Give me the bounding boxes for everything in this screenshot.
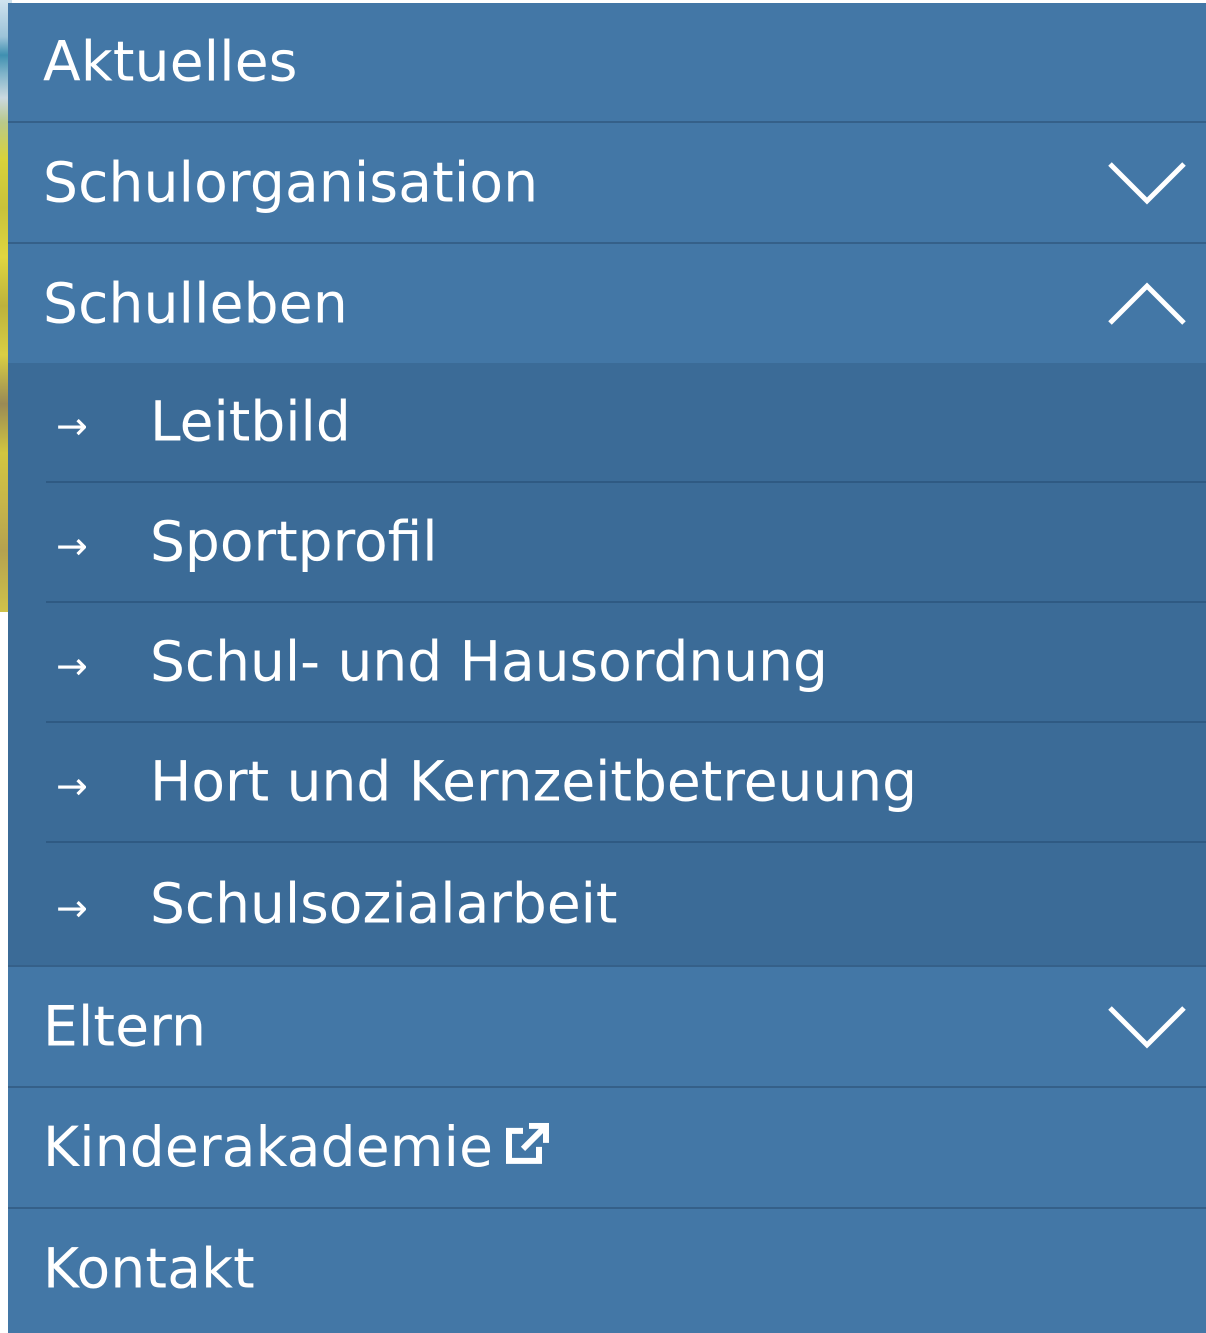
submenu-item-label: Hort und Kernzeitbetreuung	[150, 749, 918, 814]
menu-item-schulorganisation[interactable]: Schulorganisation	[8, 123, 1206, 244]
arrow-right-icon: →	[56, 763, 88, 808]
menu-item-label-wrapper: Kinderakademie	[43, 1119, 550, 1176]
submenu-item-leitbild[interactable]: → Leitbild	[46, 363, 1206, 483]
menu-item-kontakt[interactable]: Kontakt	[8, 1209, 1206, 1328]
chevron-down-icon[interactable]	[1106, 1002, 1188, 1052]
submenu-item-schul-und-hausordnung[interactable]: → Schul- und Hausordnung	[46, 603, 1206, 723]
submenu-item-hort-und-kernzeitbetreuung[interactable]: → Hort und Kernzeitbetreuung	[46, 723, 1206, 843]
menu-item-kinderakademie[interactable]: Kinderakademie	[8, 1088, 1206, 1209]
menu-item-label: Aktuelles	[43, 29, 298, 94]
chevron-down-icon[interactable]	[1106, 158, 1188, 208]
external-link-icon	[503, 1121, 550, 1176]
submenu-item-sportprofil[interactable]: → Sportprofil	[46, 483, 1206, 603]
navigation-menu: Aktuelles Schulorganisation Schulleben →…	[8, 3, 1206, 1333]
menu-item-schulleben[interactable]: Schulleben	[8, 244, 1206, 363]
menu-item-eltern[interactable]: Eltern	[8, 967, 1206, 1088]
menu-item-label: Schulorganisation	[43, 150, 539, 214]
submenu-item-label: Leitbild	[150, 389, 351, 454]
arrow-right-icon: →	[56, 403, 88, 448]
menu-item-label: Kinderakademie	[43, 1114, 494, 1179]
arrow-right-icon: →	[56, 523, 88, 568]
menu-item-label: Eltern	[43, 994, 207, 1058]
arrow-right-icon: →	[56, 643, 88, 688]
menu-item-label: Schulleben	[43, 271, 348, 335]
submenu-schulleben: → Leitbild → Sportprofil → Schul- und Ha…	[8, 363, 1206, 967]
chevron-up-icon[interactable]	[1106, 279, 1188, 329]
arrow-right-icon: →	[56, 885, 88, 930]
submenu-item-label: Schulsozialarbeit	[150, 871, 618, 936]
submenu-item-schulsozialarbeit[interactable]: → Schulsozialarbeit	[46, 843, 1206, 965]
menu-item-aktuelles[interactable]: Aktuelles	[8, 3, 1206, 123]
menu-item-label: Kontakt	[43, 1236, 255, 1300]
submenu-item-label: Sportprofil	[150, 509, 438, 574]
submenu-item-label: Schul- und Hausordnung	[150, 629, 828, 694]
